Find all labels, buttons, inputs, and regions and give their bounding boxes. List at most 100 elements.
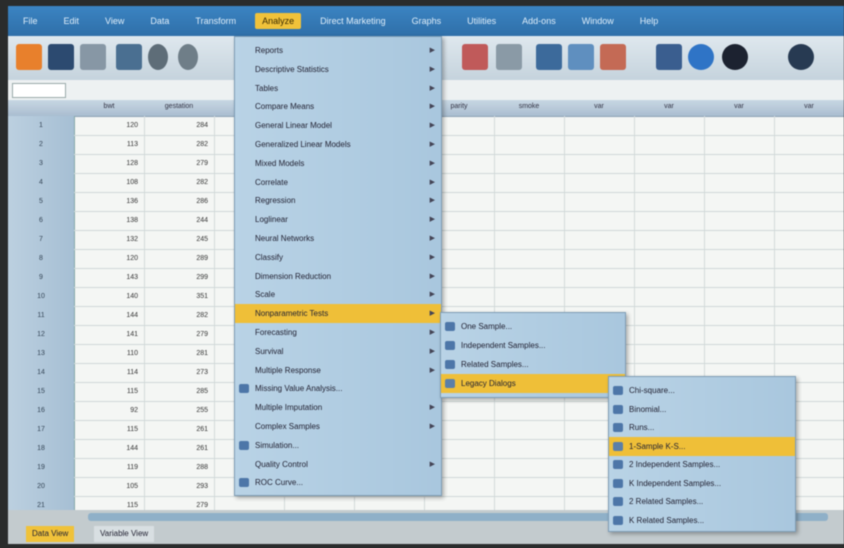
cell-reference-field[interactable]	[12, 83, 66, 98]
table-cell[interactable]: 351	[144, 287, 208, 306]
row-number[interactable]: 14	[8, 363, 74, 382]
table-cell[interactable]: 244	[144, 211, 208, 230]
menu-item-general-linear-model[interactable]: General Linear Model ▶	[235, 116, 441, 135]
table-cell[interactable]: 119	[74, 458, 138, 477]
table-cell[interactable]: 114	[74, 363, 138, 382]
menu-item-multiple-response[interactable]: Multiple Response ▶	[235, 361, 441, 380]
menu-item-one-sample[interactable]: One Sample...	[441, 317, 625, 336]
row-number[interactable]: 2	[8, 135, 74, 154]
menu-item-neural-networks[interactable]: Neural Networks ▶	[235, 229, 441, 248]
row-number[interactable]: 8	[8, 249, 74, 268]
column-header-var[interactable]: var	[704, 103, 774, 110]
menu-data[interactable]: Data	[143, 13, 176, 29]
variables-icon[interactable]	[496, 44, 522, 70]
row-number[interactable]: 9	[8, 268, 74, 287]
row-number[interactable]: 3	[8, 154, 74, 173]
open-icon[interactable]	[16, 44, 42, 70]
row-number[interactable]: 4	[8, 173, 74, 192]
menu-item-runs[interactable]: Runs...	[609, 418, 795, 437]
table-cell[interactable]: 115	[74, 420, 138, 439]
menu-view[interactable]: View	[98, 13, 131, 29]
row-number[interactable]: 13	[8, 344, 74, 363]
table-cell[interactable]: 132	[74, 230, 138, 249]
menu-item-related-samples[interactable]: Related Samples...	[441, 355, 625, 374]
table-cell[interactable]: 143	[74, 268, 138, 287]
table-cell[interactable]: 282	[144, 173, 208, 192]
table-cell[interactable]: 273	[144, 363, 208, 382]
row-number[interactable]: 7	[8, 230, 74, 249]
row-number[interactable]: 15	[8, 382, 74, 401]
tab-data-view[interactable]: Data View	[26, 526, 75, 542]
row-number[interactable]: 12	[8, 325, 74, 344]
table-cell[interactable]: 136	[74, 192, 138, 211]
column-header-var[interactable]: var	[634, 103, 704, 110]
menu-item-generalized-linear-models[interactable]: Generalized Linear Models ▶	[235, 135, 441, 154]
goto-case-icon[interactable]	[462, 44, 488, 70]
menu-item-2-independent-samples[interactable]: 2 Independent Samples...	[609, 455, 795, 474]
table-cell[interactable]: 113	[74, 135, 138, 154]
table-cell[interactable]: 261	[144, 439, 208, 458]
table-cell[interactable]: 120	[74, 116, 138, 135]
menu-edit[interactable]: Edit	[57, 13, 87, 29]
menu-window[interactable]: Window	[575, 13, 621, 29]
table-cell[interactable]: 282	[144, 306, 208, 325]
row-number[interactable]: 1	[8, 116, 74, 135]
table-cell[interactable]: 105	[74, 477, 138, 496]
save-icon[interactable]	[48, 44, 74, 70]
menu-item-compare-means[interactable]: Compare Means ▶	[235, 97, 441, 116]
menu-graphs[interactable]: Graphs	[405, 13, 449, 29]
menu-help[interactable]: Help	[633, 13, 666, 29]
dialog-recall-icon[interactable]	[116, 44, 142, 70]
menu-item-binomial[interactable]: Binomial...	[609, 400, 795, 419]
table-cell[interactable]: 245	[144, 230, 208, 249]
menu-item-chi-square[interactable]: Chi-square...	[609, 381, 795, 400]
menu-add-ons[interactable]: Add-ons	[515, 13, 563, 29]
row-number[interactable]: 10	[8, 287, 74, 306]
insert-cases-icon[interactable]	[568, 44, 594, 70]
menu-item-k-related-samples[interactable]: K Related Samples...	[609, 511, 795, 530]
row-number[interactable]: 5	[8, 192, 74, 211]
table-cell[interactable]: 108	[74, 173, 138, 192]
table-cell[interactable]: 128	[74, 154, 138, 173]
menu-item-roc-curve[interactable]: ROC Curve...	[235, 473, 441, 492]
table-cell[interactable]: 293	[144, 477, 208, 496]
column-header-var[interactable]: var	[774, 103, 844, 110]
row-number[interactable]: 6	[8, 211, 74, 230]
menu-item-correlate[interactable]: Correlate ▶	[235, 173, 441, 192]
menu-item-missing-value-analysis[interactable]: Missing Value Analysis...	[235, 379, 441, 398]
menu-transform[interactable]: Transform	[188, 13, 243, 29]
menu-item-mixed-models[interactable]: Mixed Models ▶	[235, 154, 441, 173]
column-header-gestation[interactable]: gestation	[144, 103, 214, 110]
table-cell[interactable]: 140	[74, 287, 138, 306]
print-icon[interactable]	[80, 44, 106, 70]
row-number[interactable]: 20	[8, 477, 74, 496]
menu-item-scale[interactable]: Scale ▶	[235, 285, 441, 304]
menu-item-1-sample-k-s[interactable]: 1-Sample K-S...	[609, 436, 795, 456]
row-number[interactable]: 11	[8, 306, 74, 325]
table-cell[interactable]: 144	[74, 439, 138, 458]
menu-item-dimension-reduction[interactable]: Dimension Reduction ▶	[235, 267, 441, 286]
menu-item-survival[interactable]: Survival ▶	[235, 342, 441, 361]
menu-item-loglinear[interactable]: Loglinear ▶	[235, 210, 441, 229]
column-header-bwt[interactable]: bwt	[74, 103, 144, 110]
table-cell[interactable]: 281	[144, 344, 208, 363]
menu-item-regression[interactable]: Regression ▶	[235, 191, 441, 210]
table-cell[interactable]: 284	[144, 116, 208, 135]
table-cell[interactable]: 289	[144, 249, 208, 268]
table-cell[interactable]: 92	[74, 401, 138, 420]
undo-icon[interactable]	[148, 44, 168, 70]
find-icon[interactable]	[536, 44, 562, 70]
weight-icon[interactable]	[656, 44, 682, 70]
menu-item-quality-control[interactable]: Quality Control ▶	[235, 455, 441, 474]
menu-item-independent-samples[interactable]: Independent Samples...	[441, 336, 625, 355]
row-number[interactable]: 16	[8, 401, 74, 420]
table-cell[interactable]: 285	[144, 382, 208, 401]
value-labels-icon[interactable]	[688, 44, 714, 70]
table-cell[interactable]: 110	[74, 344, 138, 363]
table-cell[interactable]: 144	[74, 306, 138, 325]
menu-item-tables[interactable]: Tables ▶	[235, 79, 441, 98]
menu-item-k-independent-samples[interactable]: K Independent Samples...	[609, 474, 795, 493]
spell-check-icon[interactable]	[788, 44, 814, 70]
menu-item-complex-samples[interactable]: Complex Samples ▶	[235, 417, 441, 436]
menu-item-descriptive-statistics[interactable]: Descriptive Statistics ▶	[235, 60, 441, 79]
